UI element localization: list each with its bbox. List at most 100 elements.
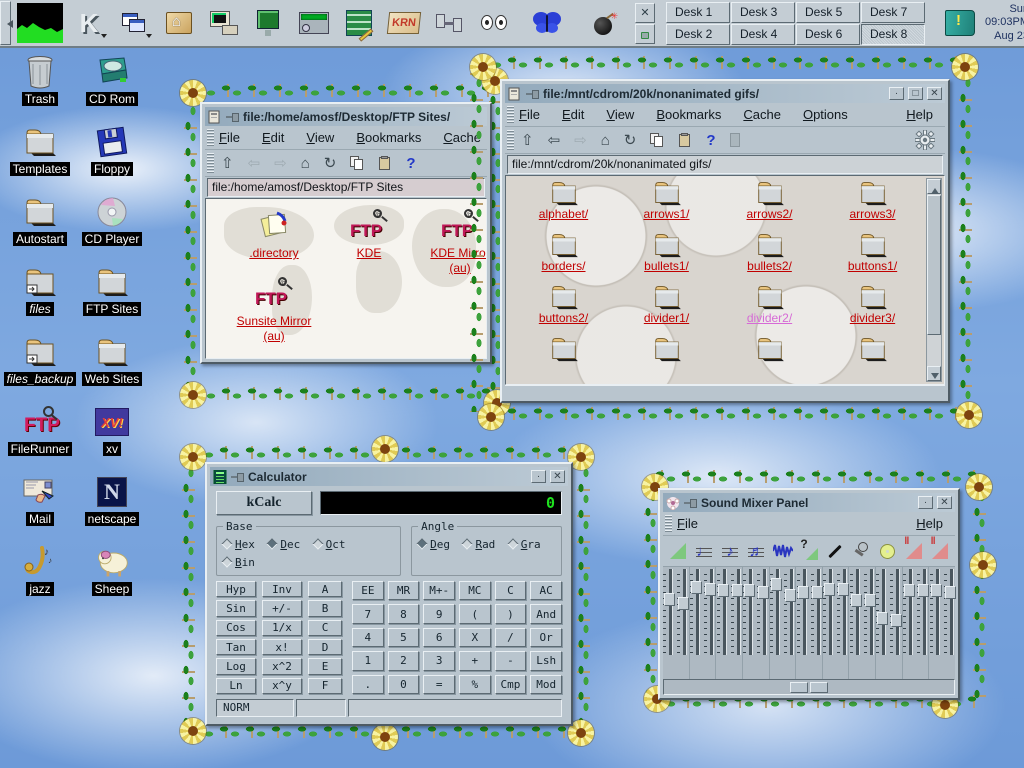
forward-icon[interactable]: ⇨ <box>274 156 287 171</box>
volume-slider-left[interactable] <box>663 569 674 655</box>
volume-slider-right[interactable] <box>704 569 715 655</box>
desktop-icon-cdrom[interactable]: CD Rom <box>76 54 148 124</box>
sticky-pin-icon[interactable] <box>526 89 539 98</box>
folder-item[interactable]: bullets2/ <box>718 232 821 284</box>
calc-btn[interactable]: % <box>459 675 491 694</box>
paste-icon[interactable] <box>378 156 392 170</box>
up-icon[interactable]: ⇧ <box>221 156 234 171</box>
calc-btn[interactable]: / <box>495 628 527 647</box>
gifs-window-titlebar[interactable]: file:/mnt/cdrom/20k/nonanimated gifs/ · … <box>505 84 945 103</box>
calc-btn[interactable]: MR <box>388 581 420 600</box>
calculator-titlebar[interactable]: Calculator · ✕ <box>210 467 568 486</box>
calc-btn[interactable]: Mod <box>530 675 562 694</box>
calc-btn[interactable]: C <box>495 581 527 600</box>
home-icon[interactable]: ⌂ <box>301 156 310 171</box>
scroll-down-arrow[interactable] <box>927 366 941 381</box>
close-x-button[interactable]: ✕ <box>635 3 655 23</box>
volume-slider-left[interactable] <box>770 569 781 655</box>
minimize-button[interactable]: · <box>918 496 933 509</box>
calc-btn[interactable]: Sin <box>216 600 256 616</box>
help-launcher[interactable]: ! <box>940 3 980 43</box>
toolbar-grip[interactable] <box>507 130 514 150</box>
volume-slider-left[interactable] <box>690 569 701 655</box>
minimize-button[interactable]: · <box>889 87 904 100</box>
file-item-directory[interactable]: .directory <box>236 211 312 261</box>
copy-icon[interactable] <box>350 156 364 170</box>
calc-btn[interactable]: 6 <box>423 628 455 647</box>
calc-btn[interactable]: EE <box>352 581 384 600</box>
folder-item[interactable]: buttons1/ <box>821 232 924 284</box>
scrollbar-thumb[interactable] <box>927 195 941 335</box>
pager-desk-5[interactable]: Desk 5 <box>796 2 860 23</box>
menubar-grip[interactable] <box>507 106 514 123</box>
folder-item-partial[interactable] <box>718 336 821 385</box>
volume-slider-left[interactable] <box>930 569 941 655</box>
radio-rad[interactable]: Rad <box>463 538 495 551</box>
volume-slider-right[interactable] <box>731 569 742 655</box>
calc-btn[interactable]: x^y <box>262 678 302 694</box>
volume-slider-left[interactable] <box>797 569 808 655</box>
panel-hide-arrow[interactable] <box>0 1 11 45</box>
menu-view[interactable]: View <box>306 130 334 145</box>
terminal-launcher[interactable] <box>204 3 244 43</box>
calc-btn[interactable]: Cmp <box>495 675 527 694</box>
folder-item[interactable]: borders/ <box>512 232 615 284</box>
volume-slider-right[interactable] <box>944 569 955 655</box>
folder-item[interactable]: arrows3/ <box>821 180 924 232</box>
kde-gear-icon[interactable] <box>915 130 935 150</box>
calc-btn[interactable]: 2 <box>388 651 420 670</box>
calc-btn[interactable]: M+- <box>423 581 455 600</box>
calc-btn[interactable]: - <box>495 651 527 670</box>
volume-slider-left[interactable] <box>876 569 887 655</box>
desktop-icon-floppy[interactable]: Floppy <box>76 124 148 194</box>
volume-slider-left[interactable] <box>743 569 754 655</box>
radio-gra[interactable]: Gra <box>509 538 541 551</box>
menu-cache[interactable]: Cache <box>443 130 481 145</box>
bass-clef-icon[interactable]: ♩ <box>691 537 716 565</box>
home-icon[interactable]: ⌂ <box>601 133 610 148</box>
volume-slider-left[interactable] <box>823 569 834 655</box>
paste-icon[interactable] <box>678 133 692 147</box>
load-monitor-applet[interactable] <box>16 3 64 43</box>
menu-help[interactable]: Help <box>916 516 943 531</box>
folder-item-visited[interactable]: divider2/ <box>718 284 821 336</box>
desktop-icon-netscape[interactable]: N netscape <box>76 474 148 544</box>
volume-slider-left[interactable] <box>717 569 728 655</box>
menu-help[interactable]: Help <box>906 107 933 122</box>
folder-item-partial[interactable] <box>821 336 924 385</box>
back-icon[interactable]: ⇦ <box>248 156 261 171</box>
pager-desk-4[interactable]: Desk 4 <box>731 24 795 45</box>
microphone-icon[interactable] <box>849 537 874 565</box>
calc-btn[interactable]: B <box>308 600 342 616</box>
butterfly-launcher[interactable] <box>527 3 567 43</box>
folder-item[interactable]: arrows1/ <box>615 180 718 232</box>
calc-btn[interactable]: 9 <box>423 604 455 623</box>
calc-btn[interactable]: Hyp <box>216 581 256 597</box>
menu-edit[interactable]: Edit <box>562 107 584 122</box>
radio-deg[interactable]: Deg <box>418 538 450 551</box>
menubar-grip[interactable] <box>207 129 214 146</box>
folder-item-partial[interactable] <box>512 336 615 385</box>
volume-ramp-icon[interactable] <box>665 537 690 565</box>
calc-btn[interactable]: Log <box>216 658 256 674</box>
desktop-icon-files-backup[interactable]: files_backup <box>4 334 76 404</box>
mixer-titlebar[interactable]: Sound Mixer Panel · ✕ <box>663 493 955 512</box>
pager-desk-7[interactable]: Desk 7 <box>861 2 925 23</box>
calc-btn[interactable]: E <box>308 658 342 674</box>
desktop-icon-templates[interactable]: Templates <box>4 124 76 194</box>
calc-btn[interactable]: . <box>352 675 384 694</box>
calc-btn[interactable]: 0 <box>388 675 420 694</box>
unknown-channel-icon[interactable]: ? <box>796 537 821 565</box>
scroll-up-arrow[interactable] <box>927 179 941 194</box>
calc-btn[interactable]: And <box>530 604 562 623</box>
back-icon[interactable]: ⇦ <box>548 133 561 148</box>
menu-bookmarks[interactable]: Bookmarks <box>656 107 721 122</box>
calc-btn[interactable]: AC <box>530 581 562 600</box>
calc-btn[interactable]: Or <box>530 628 562 647</box>
desktop-icon-xv[interactable]: XV! xv <box>76 404 148 474</box>
folder-item[interactable]: alphabet/ <box>512 180 615 232</box>
desktop-icon-mail[interactable]: Mail <box>4 474 76 544</box>
desktop-icon-cdplayer[interactable]: CD Player <box>76 194 148 264</box>
logout-bomb-launcher[interactable]: ✳ <box>586 3 626 43</box>
eyes-launcher[interactable] <box>474 3 514 43</box>
